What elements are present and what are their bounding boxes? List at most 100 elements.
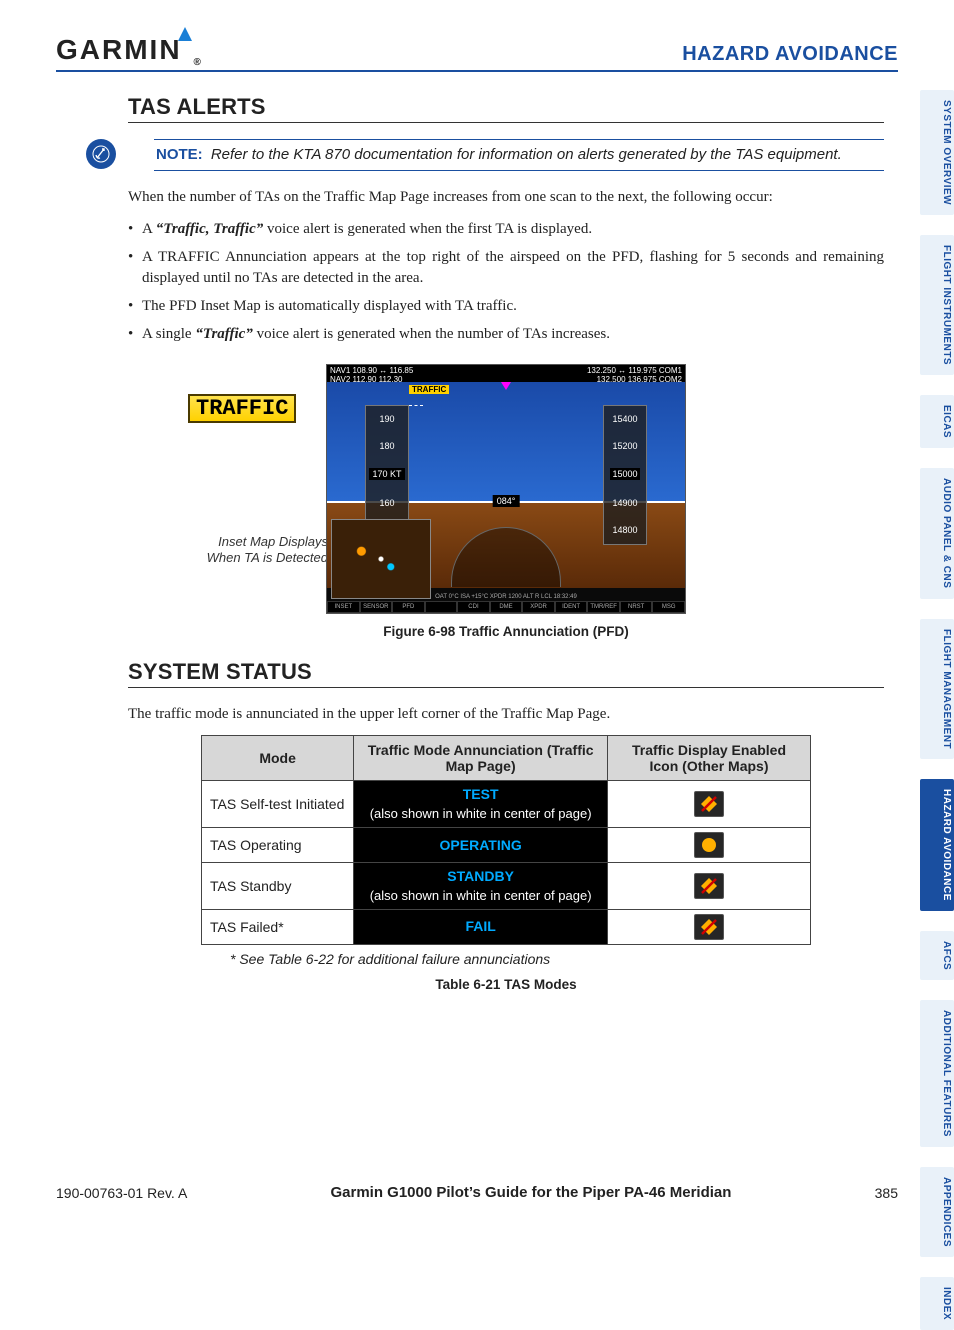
traffic-callout-tag: TRAFFIC [188,394,296,423]
kw-test: TEST [463,786,499,802]
row-standby: TAS Standby STANDBY (also shown in white … [202,863,811,910]
b1-pre: A [142,221,156,237]
alt-5: 14800 [612,525,637,535]
tab-audio-panel-cns[interactable]: AUDIO PANEL & CNS [920,468,954,598]
inset-map-callout: Inset Map Displays When TA is Detected [188,534,328,567]
tab-appendices[interactable]: APPENDICES [920,1167,954,1257]
sub-standby: (also shown in white in center of page) [370,888,592,903]
doc-number: 190-00763-01 Rev. A [56,1185,187,1201]
sk-pfd: PFD [392,601,425,613]
traffic-standby-icon [694,873,724,899]
sk-dme: DME [490,601,523,613]
callout-leader [409,405,423,406]
alt-0: 15400 [612,414,637,424]
bullet-4: A single “Traffic” voice alert is genera… [142,324,884,346]
spd-box: 170 KT [369,468,404,480]
com1: 132.250 ↔ 119.975 COM1 [587,366,682,375]
bullet-1: A “Traffic, Traffic” voice alert is gene… [142,219,884,241]
alt-4: 14900 [612,498,637,508]
heading-box: 084° [493,495,520,507]
mode-operating: TAS Operating [202,828,354,863]
tab-system-overview[interactable]: SYSTEM OVERVIEW [920,90,954,215]
sk-ident: IDENT [555,601,588,613]
th-icon: Traffic Display Enabled Icon (Other Maps… [608,736,811,781]
tab-flight-instruments[interactable]: FLIGHT INSTRUMENTS [920,235,954,375]
mode-selftest: TAS Self-test Initiated [202,781,354,828]
tas-modes-table: Mode Traffic Mode Annunciation (Traffic … [201,735,811,945]
sk-xpdr: XPDR [522,601,555,613]
page-number: 385 [875,1185,898,1201]
b4-pre: A single [142,326,195,342]
th-annunciation: Traffic Mode Annunciation (Traffic Map P… [354,736,608,781]
tab-index[interactable]: INDEX [920,1277,954,1330]
garmin-delta-icon [178,16,192,48]
tab-hazard-avoidance[interactable]: HAZARD AVOIDANCE [920,779,954,911]
row-operating: TAS Operating OPERATING [202,828,811,863]
hdg-pointer-icon [501,382,511,390]
page: SYSTEM OVERVIEW FLIGHT INSTRUMENTS EICAS… [0,0,954,1235]
sk-sensor: SENSOR [360,601,393,613]
content: TAS ALERTS NOTE: Refer to the KTA 870 do… [56,94,898,992]
note-icon [86,139,116,169]
doc-title: Garmin G1000 Pilot’s Guide for the Piper… [330,1184,731,1201]
note-label: NOTE: [156,146,203,163]
pfd-traffic-annunciation: TRAFFIC [409,385,449,394]
alt-box: 15000 [610,468,639,480]
pfd-topbar: NAV1 108.90 ↔ 116.85 NAV2 112.90 112.30 … [327,365,685,382]
note-text: NOTE: Refer to the KTA 870 documentation… [156,146,842,163]
altitude-tape: 15400 15200 15000 14900 14800 [603,405,647,545]
b4-post: voice alert is generated when the number… [253,326,610,342]
tab-flight-management[interactable]: FLIGHT MANAGEMENT [920,619,954,759]
row-selftest: TAS Self-test Initiated TEST (also shown … [202,781,811,828]
alt-1: 15200 [612,441,637,451]
status-paragraph: The traffic mode is annunciated in the u… [128,704,884,726]
tab-eicas[interactable]: EICAS [920,395,954,448]
garmin-logo: GARMIN ® [56,34,205,66]
sk-cdi: CDI [457,601,490,613]
b1-emph: “Traffic, Traffic” [156,221,263,237]
sk-nrst: NRST [620,601,653,613]
th-mode: Mode [202,736,354,781]
traffic-standby-icon [694,914,724,940]
kw-fail: FAIL [465,918,495,934]
pfd-inset-map [331,519,431,599]
row-failed: TAS Failed* FAIL [202,909,811,944]
spd-190: 190 [379,414,394,424]
kw-standby: STANDBY [447,868,514,884]
sk-msg: MSG [652,601,685,613]
kw-operating: OPERATING [440,837,522,853]
tab-additional-features[interactable]: ADDITIONAL FEATURES [920,1000,954,1147]
sk-blank [425,601,458,613]
figure-caption: Figure 6-98 Traffic Annunciation (PFD) [128,624,884,639]
intro-paragraph: When the number of TAs on the Traffic Ma… [128,187,884,209]
table-caption: Table 6-21 TAS Modes [128,977,884,992]
page-header: GARMIN ® HAZARD AVOIDANCE [56,34,898,72]
section-title: HAZARD AVOIDANCE [682,43,898,66]
mode-failed: TAS Failed* [202,909,354,944]
regmark: ® [194,57,203,68]
note-body: Refer to the KTA 870 documentation for i… [211,146,842,163]
traffic-operating-icon [694,832,724,858]
b1-post: voice alert is generated when the first … [263,221,592,237]
figure-traffic-annunciation: TRAFFIC Inset Map Displays When TA is De… [128,364,884,614]
sk-tmrref: TMR/REF [587,601,620,613]
nav1: NAV1 108.90 ↔ 116.85 [330,366,413,375]
tab-afcs[interactable]: AFCS [920,931,954,980]
brand-text: GARMIN [56,34,182,66]
heading-system-status: SYSTEM STATUS [128,659,884,688]
bullet-list: A “Traffic, Traffic” voice alert is gene… [128,219,884,346]
note-block: NOTE: Refer to the KTA 870 documentation… [128,139,884,171]
bullet-2: A TRAFFIC Annunciation appears at the to… [142,247,884,291]
side-tabs: SYSTEM OVERVIEW FLIGHT INSTRUMENTS EICAS… [920,90,954,1330]
mode-standby: TAS Standby [202,863,354,910]
spd-180: 180 [379,441,394,451]
pfd-screenshot: NAV1 108.90 ↔ 116.85 NAV2 112.90 112.30 … [326,364,686,614]
heading-tas-alerts: TAS ALERTS [128,94,884,123]
bullet-3: The PFD Inset Map is automatically displ… [142,296,884,318]
sk-inset: INSET [327,601,360,613]
b4-emph: “Traffic” [195,326,253,342]
softkey-row: INSET SENSOR PFD CDI DME XPDR IDENT TMR/… [327,601,685,613]
table-footnote: * See Table 6-22 for additional failure … [230,951,884,967]
page-footer: 190-00763-01 Rev. A Garmin G1000 Pilot’s… [56,1184,898,1201]
sub-test: (also shown in white in center of page) [370,806,592,821]
